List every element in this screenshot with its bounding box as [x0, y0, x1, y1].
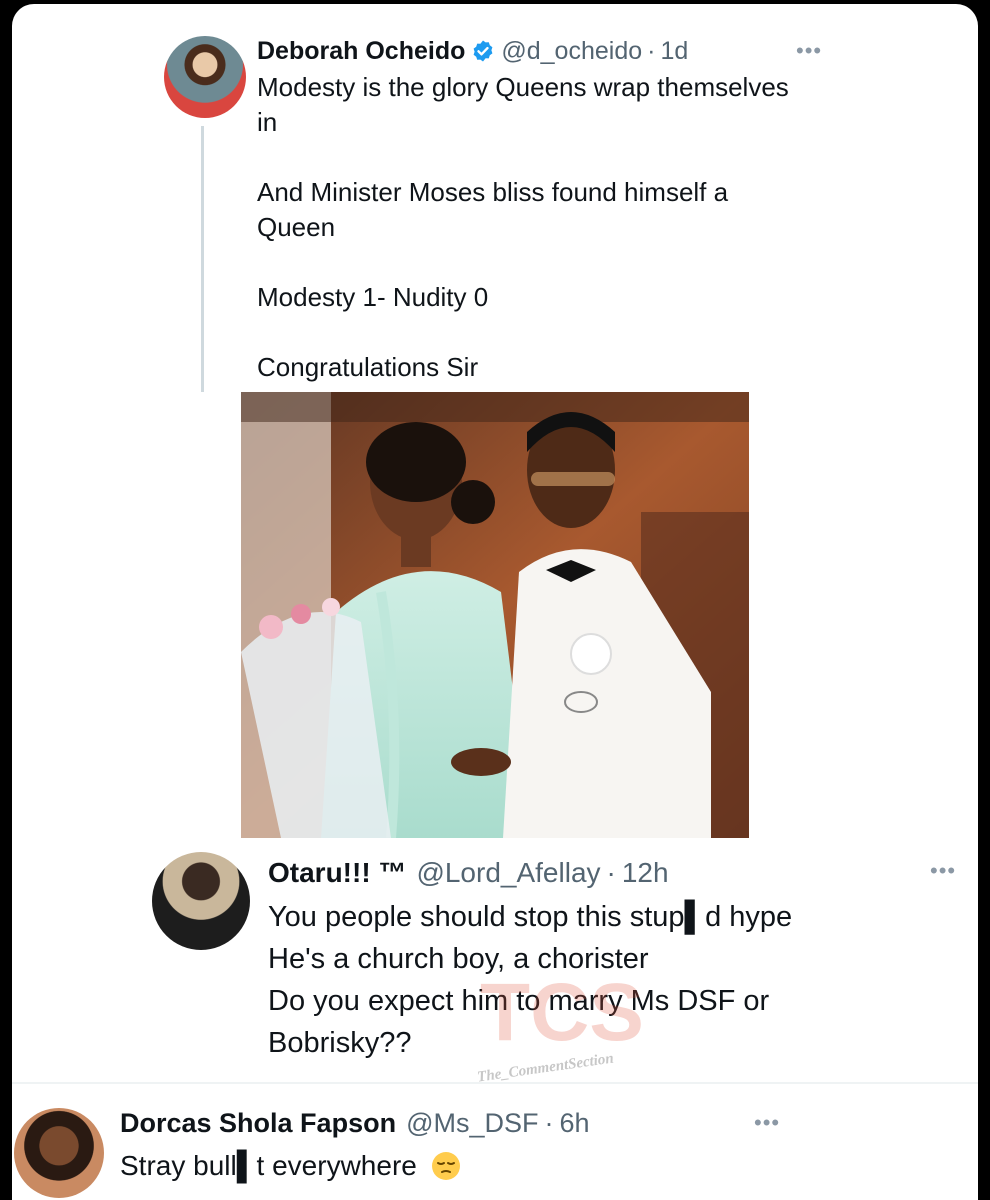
tweet3-header: Dorcas Shola Fapson @Ms_DSF · 6h [120, 1106, 590, 1140]
avatar-deborah[interactable] [164, 36, 246, 118]
tweet-time[interactable]: 12h [622, 857, 669, 889]
author-name[interactable]: Dorcas Shola Fapson [120, 1108, 396, 1139]
watermark-logo: TCS The_CommentSection [476, 967, 644, 1082]
meta-separator: · [606, 857, 616, 888]
avatar-otaru[interactable] [152, 852, 250, 950]
verified-badge-icon [473, 40, 493, 62]
tweet-text: Stray bull▌t everywhere [120, 1150, 417, 1181]
screenshot-frame: Deborah Ocheido @d_ocheido · 1d ••• Mode… [0, 0, 990, 1200]
tweet2-header: Otaru!!! ™ @Lord_Afellay · 12h [268, 856, 669, 890]
author-handle[interactable]: @Lord_Afellay [416, 857, 600, 889]
more-options-icon[interactable]: ••• [754, 1110, 780, 1136]
author-handle[interactable]: @Ms_DSF [406, 1108, 538, 1139]
tweet-text-row: Stray bull▌t everywhere [120, 1148, 461, 1184]
more-options-icon[interactable]: ••• [796, 38, 822, 64]
author-name[interactable]: Deborah Ocheido [257, 37, 465, 66]
wedding-photo-image [241, 392, 749, 838]
tweet-time[interactable]: 1d [660, 37, 688, 66]
author-name[interactable]: Otaru!!! ™ [268, 857, 406, 889]
tweet-text: Modesty is the glory Queens wrap themsel… [257, 72, 789, 382]
divider [12, 1082, 978, 1084]
thread-line [201, 126, 204, 392]
tweet1-header: Deborah Ocheido @d_ocheido · 1d [257, 36, 688, 66]
more-options-icon[interactable]: ••• [930, 858, 956, 884]
avatar-dorcas[interactable] [14, 1108, 104, 1198]
author-handle[interactable]: @d_ocheido [501, 37, 642, 66]
watermark-logo-text: TCS [480, 967, 644, 1058]
pensive-face-emoji-icon [431, 1152, 460, 1180]
tweet-photo[interactable] [241, 392, 749, 838]
tweet-time[interactable]: 6h [560, 1108, 590, 1139]
tweet-card: Deborah Ocheido @d_ocheido · 1d ••• Mode… [12, 4, 978, 1200]
meta-separator: · [544, 1107, 554, 1138]
meta-separator: · [647, 36, 656, 65]
